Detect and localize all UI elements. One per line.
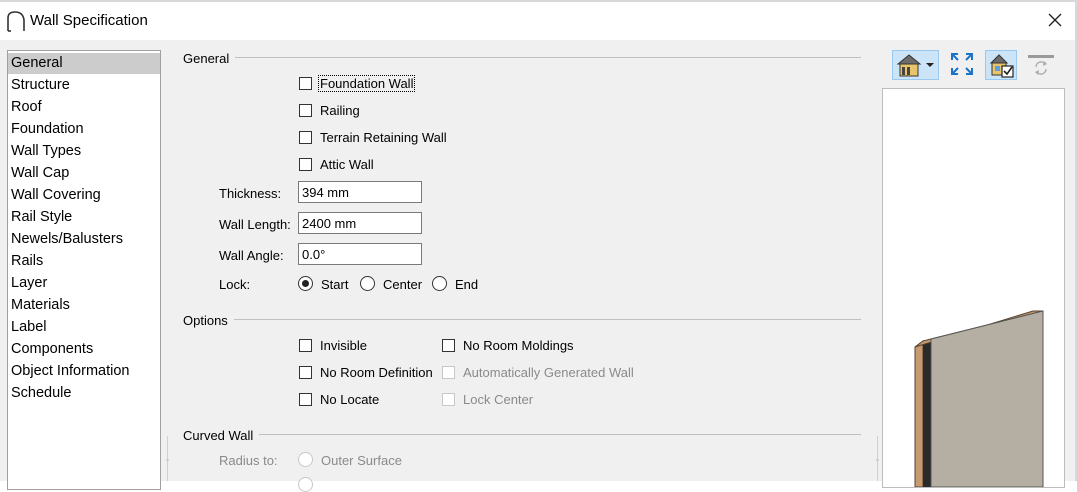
nav-item-wall-covering[interactable]: Wall Covering bbox=[8, 185, 160, 206]
thickness-input[interactable] bbox=[298, 181, 422, 203]
scroll-edge-left bbox=[166, 436, 169, 481]
outer-surface-radio[interactable] bbox=[298, 452, 313, 467]
top-border bbox=[0, 0, 1077, 2]
lock-center-checkbox[interactable] bbox=[442, 393, 455, 406]
outer-surface-label: Outer Surface bbox=[321, 453, 402, 468]
wall-length-input[interactable] bbox=[298, 212, 422, 234]
refresh-preview-button[interactable] bbox=[1026, 50, 1056, 80]
radius-to-label: Radius to: bbox=[219, 453, 278, 468]
attic-wall-label[interactable]: Attic Wall bbox=[320, 157, 374, 172]
nav-item-structure[interactable]: Structure bbox=[8, 75, 160, 96]
no-room-definition-label[interactable]: No Room Definition bbox=[320, 365, 433, 380]
fill-window-icon bbox=[951, 53, 973, 75]
lock-end-radio[interactable] bbox=[432, 276, 447, 291]
nav-item-foundation[interactable]: Foundation bbox=[8, 119, 160, 140]
nav-item-wall-types[interactable]: Wall Types bbox=[8, 141, 160, 162]
preview-checked-icon bbox=[989, 54, 1014, 78]
no-locate-checkbox[interactable] bbox=[299, 393, 312, 406]
attic-wall-checkbox[interactable] bbox=[299, 158, 312, 171]
wall-length-label: Wall Length: bbox=[219, 217, 291, 232]
no-room-moldings-label[interactable]: No Room Moldings bbox=[463, 338, 574, 353]
nav-item-layer[interactable]: Layer bbox=[8, 273, 160, 294]
wall-angle-label: Wall Angle: bbox=[219, 248, 284, 263]
nav-item-materials[interactable]: Materials bbox=[8, 295, 160, 316]
scroll-edge-right bbox=[876, 436, 879, 481]
lock-center-label[interactable]: Center bbox=[383, 277, 422, 292]
category-list[interactable]: General Structure Roof Foundation Wall T… bbox=[7, 50, 161, 490]
nav-item-general[interactable]: General bbox=[8, 53, 160, 74]
terrain-retaining-wall-label[interactable]: Terrain Retaining Wall bbox=[320, 130, 447, 145]
nav-item-components[interactable]: Components bbox=[8, 339, 160, 360]
options-group-heading: Options bbox=[183, 313, 234, 328]
lock-start-radio[interactable] bbox=[298, 276, 313, 291]
foundation-wall-label[interactable]: Foundation Wall bbox=[317, 75, 416, 92]
automatically-generated-wall-label: Automatically Generated Wall bbox=[463, 365, 634, 380]
wall-arc-icon bbox=[7, 11, 25, 32]
refresh-preview-icon bbox=[1028, 55, 1054, 75]
lock-end-label[interactable]: End bbox=[455, 277, 478, 292]
terrain-retaining-wall-checkbox[interactable] bbox=[299, 131, 312, 144]
lock-start-label[interactable]: Start bbox=[321, 277, 348, 292]
close-button[interactable] bbox=[1042, 8, 1068, 32]
wall-preview-pane[interactable] bbox=[882, 88, 1065, 488]
options-group-line bbox=[183, 319, 861, 320]
nav-item-roof[interactable]: Roof bbox=[8, 97, 160, 118]
inner-surface-radio[interactable] bbox=[298, 477, 313, 492]
lock-center-radio[interactable] bbox=[360, 276, 375, 291]
wall-3d-preview bbox=[914, 310, 1044, 487]
nav-item-rail-style[interactable]: Rail Style bbox=[8, 207, 160, 228]
nav-item-rails[interactable]: Rails bbox=[8, 251, 160, 272]
nav-item-label[interactable]: Label bbox=[8, 317, 160, 338]
title-bar: Wall Specification bbox=[0, 0, 1077, 40]
fill-window-button[interactable] bbox=[948, 50, 976, 80]
no-locate-label[interactable]: No Locate bbox=[320, 392, 379, 407]
nav-item-newels-balusters[interactable]: Newels/Balusters bbox=[8, 229, 160, 250]
wall-angle-input[interactable] bbox=[298, 243, 422, 265]
invisible-label[interactable]: Invisible bbox=[320, 338, 367, 353]
foundation-wall-checkbox[interactable] bbox=[299, 77, 312, 90]
nav-item-schedule[interactable]: Schedule bbox=[8, 383, 160, 404]
view-mode-dropdown-button[interactable] bbox=[892, 50, 939, 80]
general-group-heading: General bbox=[183, 51, 236, 66]
automatically-generated-wall-checkbox[interactable] bbox=[442, 366, 455, 379]
railing-checkbox[interactable] bbox=[299, 104, 312, 117]
no-room-moldings-checkbox[interactable] bbox=[442, 339, 455, 352]
preview-toggle-button[interactable] bbox=[985, 50, 1017, 80]
thickness-label: Thickness: bbox=[219, 186, 282, 201]
railing-label[interactable]: Railing bbox=[320, 103, 360, 118]
window-title: Wall Specification bbox=[30, 12, 148, 29]
lock-label: Lock: bbox=[219, 277, 251, 292]
invisible-checkbox[interactable] bbox=[299, 339, 312, 352]
lock-center-option-label: Lock Center bbox=[463, 392, 534, 407]
curved-wall-group-heading: Curved Wall bbox=[183, 428, 260, 443]
nav-item-wall-cap[interactable]: Wall Cap bbox=[8, 163, 160, 184]
general-group-line bbox=[183, 57, 861, 58]
close-icon bbox=[1048, 13, 1062, 27]
curved-wall-group-line bbox=[183, 434, 861, 435]
no-room-definition-checkbox[interactable] bbox=[299, 366, 312, 379]
house-view-dropdown-icon bbox=[896, 54, 934, 77]
nav-item-object-information[interactable]: Object Information bbox=[8, 361, 160, 382]
